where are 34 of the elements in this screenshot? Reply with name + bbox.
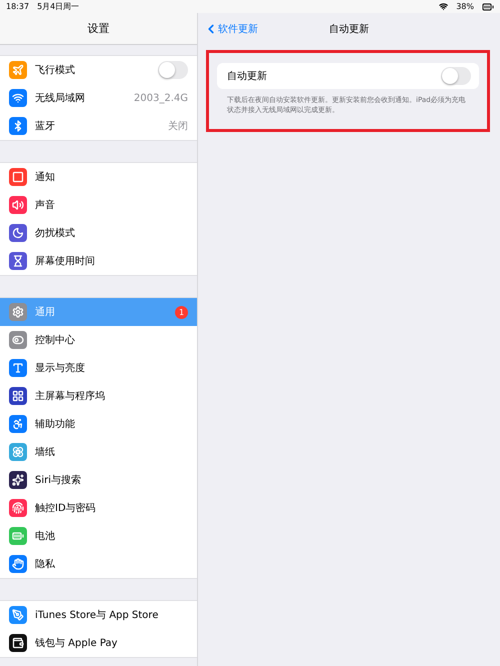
wifi-icon — [439, 2, 448, 11]
item-label: 勿扰模式 — [35, 226, 76, 240]
item-label: 钱包与 Apple Pay — [35, 636, 118, 650]
item-label: 通用 — [35, 306, 56, 319]
item-label: 通知 — [35, 170, 56, 184]
sidebar-title: 设置 — [0, 13, 197, 45]
item-label: 墙纸 — [35, 446, 56, 459]
item-label: 无线局域网 — [35, 92, 86, 105]
item-label: 控制中心 — [35, 334, 76, 347]
item-label: 触控ID与密码 — [35, 502, 97, 515]
battery-icon — [482, 0, 494, 12]
page-title: 自动更新 — [329, 22, 369, 36]
status-date: 5月4日周一 — [37, 1, 80, 12]
item-label: iTunes Store与 App Store — [35, 608, 160, 622]
item-label: 电池 — [35, 530, 56, 543]
item-value: 关闭 — [168, 120, 188, 133]
item-label: 隐私 — [35, 558, 56, 571]
item-label: 屏幕使用时间 — [35, 254, 96, 268]
item-label: 声音 — [35, 198, 56, 212]
item-label: 飞行模式 — [35, 64, 76, 77]
item-label: 辅助功能 — [35, 418, 76, 431]
back-link[interactable]: 软件更新 — [204, 22, 258, 36]
setting-label: 自动更新 — [227, 70, 267, 83]
item-label: 显示与亮度 — [35, 362, 86, 375]
notification-badge: 1 — [175, 306, 188, 318]
battery-percent: 38% — [456, 2, 474, 11]
toggle-switch[interactable] — [441, 67, 471, 85]
item-value: 2003_2.4G — [134, 92, 188, 104]
status-time: 18:37 — [6, 2, 30, 11]
item-label: Siri与搜索 — [35, 474, 82, 487]
toggle-switch[interactable] — [158, 61, 188, 79]
item-label: 蓝牙 — [35, 120, 56, 133]
sidebar-item[interactable]: 通用 1 — [0, 298, 197, 326]
item-label: 主屏幕与程序坞 — [35, 390, 106, 403]
